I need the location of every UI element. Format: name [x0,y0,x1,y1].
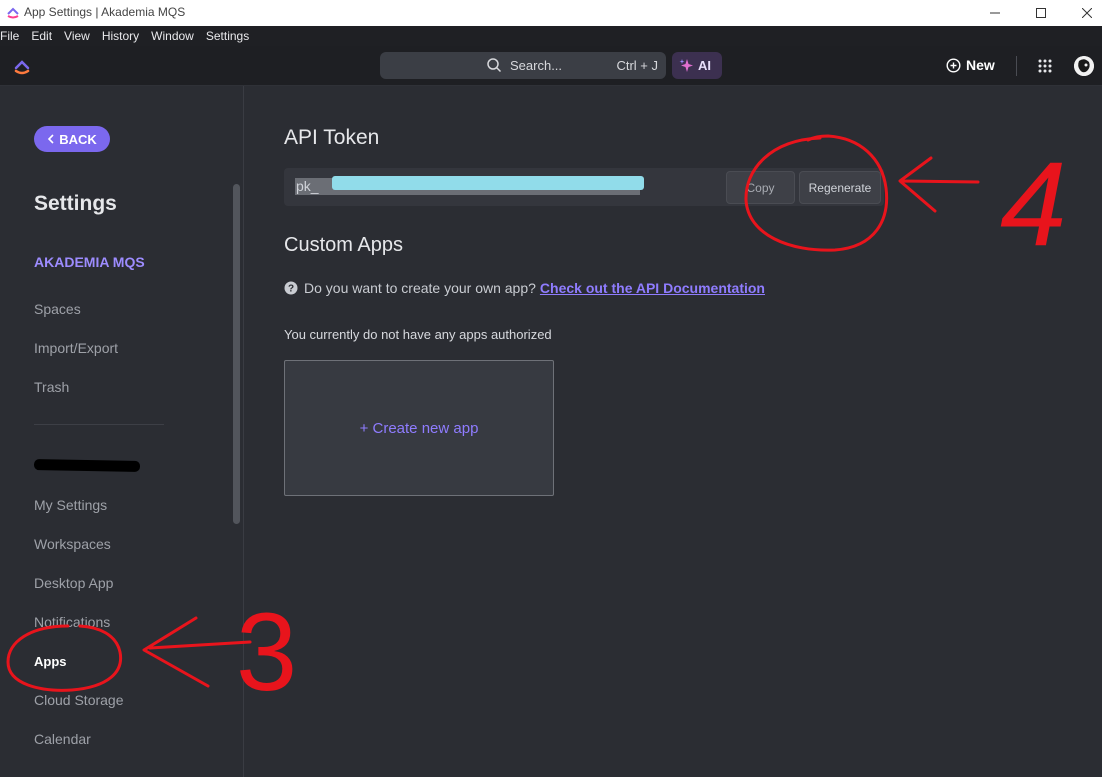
custom-apps-heading: Custom Apps [284,234,403,256]
token-redaction [332,176,644,190]
sidebar-item-calendar[interactable]: Calendar [34,731,91,747]
minimize-button[interactable] [972,0,1018,26]
minimize-icon [990,12,1000,14]
copy-button[interactable]: Copy [726,171,795,204]
sparkle-icon [679,59,693,72]
api-token-field: pk_ Copy Regenerate [284,168,884,206]
app-top-bar: Search... Ctrl + J AI New [0,46,1102,86]
menu-view[interactable]: View [64,29,96,43]
menu-bar: File Edit View History Window Settings [0,26,1102,46]
api-token-heading: API Token [284,126,380,149]
search-icon [487,58,502,73]
sidebar-item-desktop-app[interactable]: Desktop App [34,575,113,591]
sidebar-item-import-export[interactable]: Import/Export [34,340,118,356]
question-circle-icon: ? [284,281,298,295]
menu-file[interactable]: File [0,29,25,43]
close-icon [1082,8,1092,18]
svg-text:?: ? [288,284,294,295]
new-label: New [966,57,995,73]
new-button[interactable]: New [946,57,995,73]
sidebar-item-workspaces[interactable]: Workspaces [34,536,111,552]
window-title: App Settings | Akademia MQS [24,5,186,19]
sidebar-scrollbar[interactable] [233,184,240,524]
sidebar-item-apps[interactable]: Apps [34,654,67,669]
no-apps-message: You currently do not have any apps autho… [284,327,552,342]
menu-history[interactable]: History [102,29,145,43]
maximize-icon [1036,8,1046,18]
search-bar[interactable]: Search... Ctrl + J [380,52,666,79]
back-label: BACK [59,131,97,147]
ai-label: AI [698,58,711,73]
redacted-user-name [33,458,142,472]
main-content: API Token pk_ Copy Regenerate Custom App… [244,86,1102,777]
plus-circle-icon [946,57,961,73]
ai-button[interactable]: AI [672,52,722,79]
menu-window[interactable]: Window [151,29,200,43]
sidebar-title: Settings [34,192,117,215]
window-title-bar: App Settings | Akademia MQS [0,0,1102,26]
api-documentation-link[interactable]: Check out the API Documentation [540,280,765,296]
search-shortcut: Ctrl + J [616,58,658,73]
maximize-button[interactable] [1018,0,1064,26]
menu-edit[interactable]: Edit [31,29,58,43]
clickup-logo-icon [7,7,19,19]
menu-settings[interactable]: Settings [206,29,255,43]
regenerate-button[interactable]: Regenerate [799,171,881,204]
sidebar-item-spaces[interactable]: Spaces [34,301,81,317]
api-help-row: ? Do you want to create your own app? Ch… [284,280,765,296]
sidebar-item-notifications[interactable]: Notifications [34,614,110,630]
workspace-name: AKADEMIA MQS [34,254,145,270]
chevron-left-icon [48,134,54,144]
home-logo-icon[interactable] [13,57,31,75]
sidebar-item-trash[interactable]: Trash [34,379,69,395]
close-window-button[interactable] [1064,0,1102,26]
search-label: Search... [510,58,563,73]
help-text: Do you want to create your own app? [304,280,536,296]
app-window: App Settings | Akademia MQS File Edit Vi… [0,0,1102,777]
redaction-scribble [33,459,141,472]
avatar[interactable] [1074,56,1094,76]
apps-grid-icon[interactable] [1037,58,1053,74]
create-new-app-button[interactable]: + Create new app [284,360,554,496]
sidebar-item-cloud-storage[interactable]: Cloud Storage [34,692,124,708]
sidebar-divider [34,424,164,425]
topbar-divider [1016,56,1017,76]
sidebar-item-my-settings[interactable]: My Settings [34,497,107,513]
avatar-image [1074,56,1094,76]
settings-sidebar: BACK Settings AKADEMIA MQS Spaces Import… [0,86,244,777]
back-button[interactable]: BACK [34,126,110,152]
token-prefix[interactable]: pk_ [296,178,319,194]
